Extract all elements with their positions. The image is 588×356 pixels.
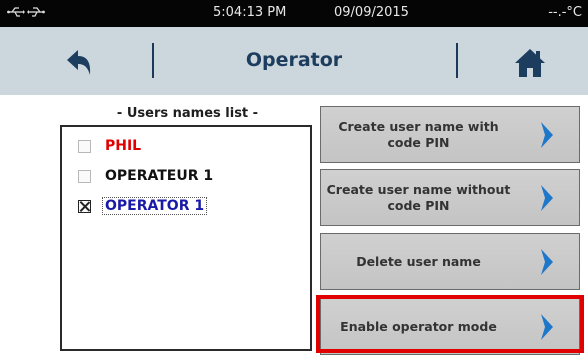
chevron-right-icon <box>541 314 553 340</box>
user-name: OPERATEUR 1 <box>105 168 214 184</box>
usb-icon <box>7 5 25 19</box>
list-item-operateur-1[interactable]: OPERATEUR 1 <box>78 165 213 187</box>
temperature-readout: --.-°C <box>548 5 582 20</box>
button-label: Enable operator mode <box>340 318 497 334</box>
button-label: Create user name with code PIN <box>338 118 499 150</box>
header-bar: Operator <box>0 27 588 95</box>
clock-date: 09/09/2015 <box>334 5 409 20</box>
list-item-operator-1[interactable]: OPERATOR 1 <box>78 195 208 217</box>
chevron-right-icon <box>541 249 553 275</box>
user-checkbox-checked[interactable] <box>78 199 91 213</box>
page-title: Operator <box>245 49 343 71</box>
create-user-without-pin-button[interactable]: Create user name without code PIN <box>320 169 580 226</box>
usb-icon <box>27 5 45 19</box>
user-name: PHIL <box>105 138 142 154</box>
home-button[interactable] <box>510 43 550 83</box>
status-bar: 5:04:13 PM 09/09/2015 --.-°C <box>0 0 588 27</box>
chevron-right-icon <box>541 122 553 148</box>
button-label: Create user name without code PIN <box>326 181 511 213</box>
button-label: Delete user name <box>356 253 481 269</box>
chevron-right-icon <box>541 185 553 211</box>
header-divider <box>456 43 458 78</box>
users-list: PHIL OPERATEUR 1 OPERATOR 1 <box>60 125 312 351</box>
list-item-phil[interactable]: PHIL <box>78 135 141 157</box>
clock-time: 5:04:13 PM <box>213 5 287 20</box>
user-checkbox[interactable] <box>78 169 91 183</box>
users-list-title: - Users names list - <box>116 106 259 121</box>
user-checkbox[interactable] <box>78 139 91 153</box>
enable-operator-mode-button[interactable]: Enable operator mode <box>320 298 580 355</box>
delete-user-button[interactable]: Delete user name <box>320 233 580 290</box>
create-user-with-pin-button[interactable]: Create user name with code PIN <box>320 106 580 163</box>
user-name: OPERATOR 1 <box>101 197 208 215</box>
home-icon <box>515 49 545 77</box>
